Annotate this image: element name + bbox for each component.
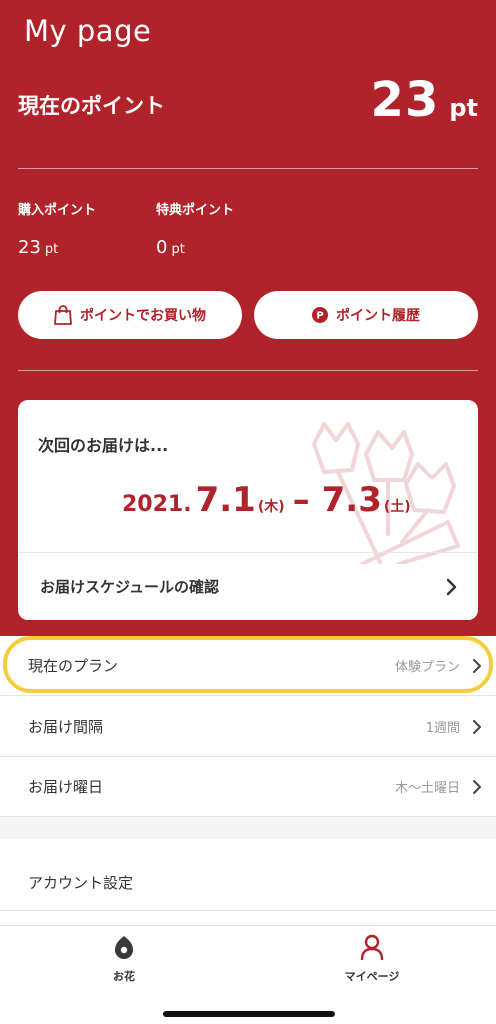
chevron-right-icon [472, 779, 482, 795]
delivery-end-date: 7.3 [321, 480, 382, 520]
tab-flowers-label: お花 [113, 970, 135, 983]
point-history-button[interactable]: P ポイント履歴 [254, 291, 478, 339]
delivery-year: 2021. [122, 492, 192, 517]
shop-with-points-button[interactable]: ポイントでお買い物 [18, 291, 242, 339]
bonus-points-value: 0 pt [156, 237, 185, 258]
current-plan-row[interactable]: 現在のプラン 体験プラン [0, 636, 496, 696]
purchase-points-value: 23 pt [18, 237, 58, 258]
shopping-bag-icon [54, 305, 72, 325]
current-points-unit: pt [449, 94, 478, 122]
current-plan-label: 現在のプラン [28, 657, 119, 675]
current-points-value: 23 pt [371, 72, 478, 128]
chevron-right-icon [446, 578, 458, 596]
delivery-interval-label: お届け間隔 [28, 718, 104, 736]
header-divider-bottom [18, 370, 478, 371]
delivery-day-label: お届け曜日 [28, 778, 104, 796]
next-delivery-card: 次回のお届けは... 2021. 7.1 (木) – 7.3 (土) お届けスケ… [18, 400, 478, 620]
points-header: My page 現在のポイント 23 pt 購入ポイント 23 pt 特典ポイン… [0, 0, 496, 636]
delivery-interval-value: 1週間 [425, 721, 460, 736]
delivery-start-dow: (木) [257, 499, 285, 515]
current-points-label: 現在のポイント [18, 94, 165, 118]
purchase-points-label: 購入ポイント [18, 203, 97, 218]
current-points-number: 23 [370, 72, 440, 128]
point-p-icon: P [312, 307, 328, 323]
bonus-points-unit: pt [171, 242, 185, 257]
bonus-points-label: 特典ポイント [156, 203, 235, 218]
delivery-date-range: 2021. 7.1 (木) – 7.3 (土) [122, 480, 411, 520]
delivery-schedule-link[interactable]: お届けスケジュールの確認 [18, 552, 478, 620]
delivery-day-value: 木〜土曜日 [394, 781, 460, 796]
tab-mypage[interactable]: マイページ [312, 934, 432, 984]
account-settings-row[interactable]: アカウント設定 [0, 855, 496, 911]
tab-flowers[interactable]: お花 [64, 934, 184, 984]
purchase-points-unit: pt [44, 242, 59, 257]
tab-mypage-label: マイページ [344, 970, 400, 983]
delivery-date-separator: – [292, 480, 310, 520]
home-indicator [163, 1011, 335, 1017]
current-plan-value: 体験プラン [394, 660, 460, 675]
delivery-day-row[interactable]: お届け曜日 木〜土曜日 [0, 757, 496, 817]
person-icon [360, 934, 384, 964]
delivery-start-date: 7.1 [195, 480, 256, 520]
flower-icon [113, 934, 135, 964]
shop-with-points-label: ポイントでお買い物 [80, 308, 206, 324]
account-settings-label: アカウント設定 [28, 874, 134, 892]
point-p-letter: P [316, 311, 323, 322]
bottom-tab-bar: お花 マイページ [0, 925, 496, 1024]
chevron-right-icon [472, 658, 482, 674]
header-divider [18, 168, 478, 169]
next-delivery-heading: 次回のお届けは... [38, 436, 169, 455]
delivery-end-dow: (土) [383, 499, 411, 515]
bonus-points-number: 0 [156, 237, 168, 258]
purchase-points-number: 23 [18, 237, 41, 258]
delivery-interval-row[interactable]: お届け間隔 1週間 [0, 697, 496, 757]
section-gap [0, 817, 496, 839]
delivery-schedule-label: お届けスケジュールの確認 [40, 578, 219, 596]
my-page-screen: My page 現在のポイント 23 pt 購入ポイント 23 pt 特典ポイン… [0, 0, 496, 1024]
point-history-label: ポイント履歴 [336, 308, 420, 324]
page-title: My page [24, 14, 152, 48]
chevron-right-icon [472, 719, 482, 735]
